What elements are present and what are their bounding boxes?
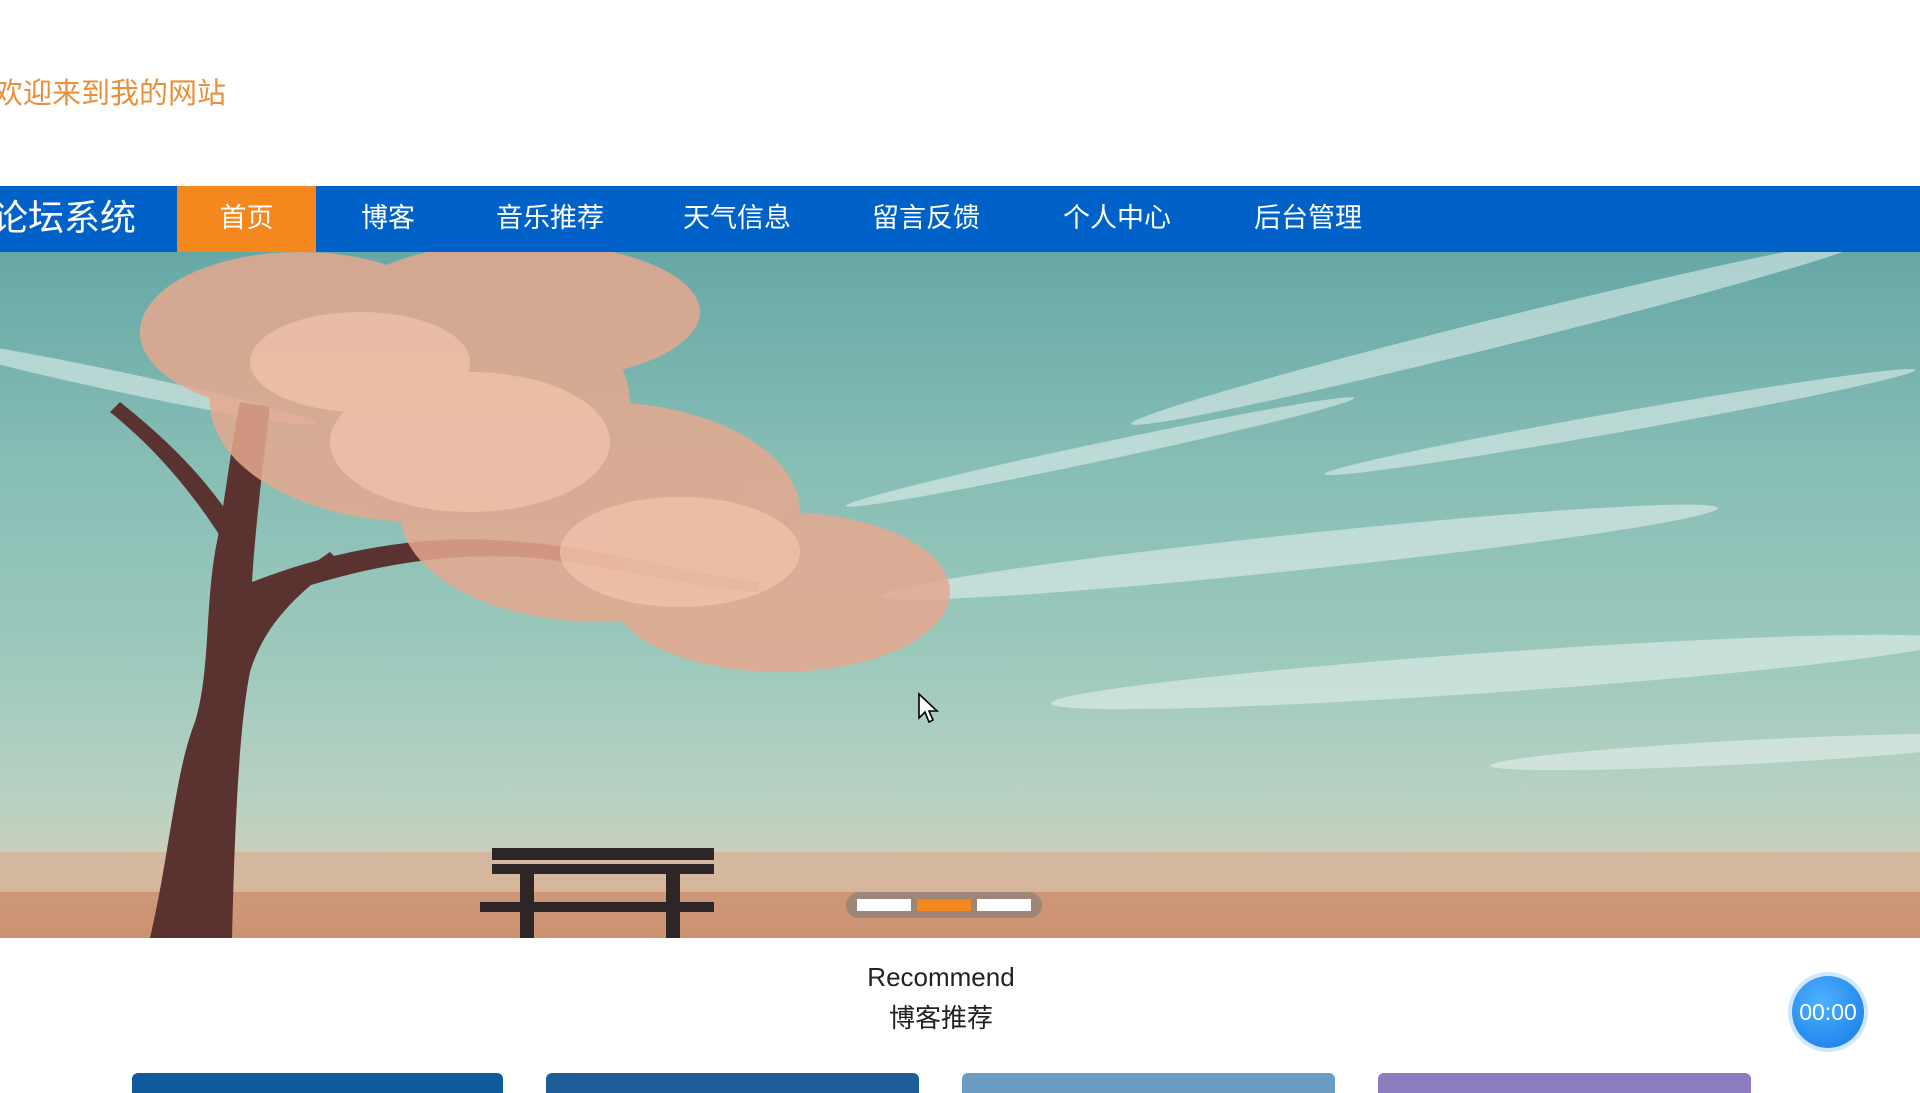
nav-item-admin[interactable]: 后台管理 [1238, 186, 1378, 252]
mouse-cursor-icon [918, 692, 940, 724]
welcome-text: 欢迎来到我的网站 [0, 76, 227, 110]
carousel-slide-image [0, 252, 1920, 938]
carousel-dot-1[interactable] [857, 899, 911, 911]
main-nav: 论坛系统 首页 博客 音乐推荐 天气信息 留言反馈 个人中心 后台管理 [0, 186, 1920, 252]
music-player-timer[interactable]: 00:00 [1792, 976, 1864, 1048]
site-brand[interactable]: 论坛系统 [0, 186, 136, 252]
carousel-indicators [846, 892, 1042, 918]
hero-carousel[interactable] [0, 252, 1920, 938]
section-title-en: Recommend [867, 962, 1015, 992]
nav-item-feedback[interactable]: 留言反馈 [856, 186, 996, 252]
site-header: 欢迎来到我的网站 [0, 0, 1920, 186]
blog-card-3[interactable] [962, 1073, 1335, 1093]
blog-card-4[interactable] [1378, 1073, 1751, 1093]
section-title-cn: 博客推荐 [888, 1004, 993, 1034]
nav-item-music[interactable]: 音乐推荐 [480, 186, 620, 252]
nav-item-blog[interactable]: 博客 [335, 186, 441, 252]
blog-card-1[interactable] [132, 1073, 503, 1093]
carousel-dot-3[interactable] [977, 899, 1031, 911]
carousel-dot-2[interactable] [917, 899, 971, 911]
nav-item-weather[interactable]: 天气信息 [667, 186, 807, 252]
nav-item-home[interactable]: 首页 [177, 186, 316, 252]
blog-card-2[interactable] [546, 1073, 919, 1093]
nav-item-profile[interactable]: 个人中心 [1047, 186, 1187, 252]
